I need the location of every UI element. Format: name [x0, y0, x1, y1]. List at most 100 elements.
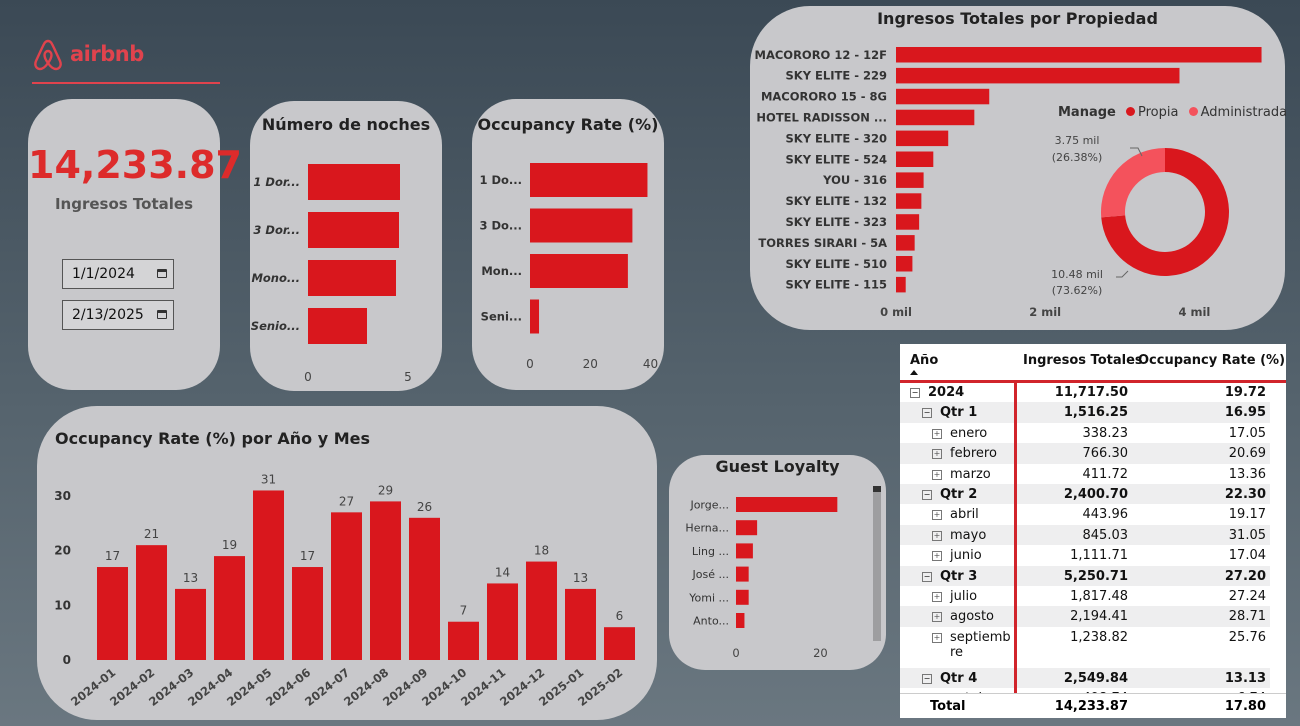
bar[interactable] — [896, 47, 1262, 63]
quarter-row[interactable]: − Qtr 3 5,250.71 27.20 — [900, 565, 1270, 586]
year-row[interactable]: −2024 11,717.50 19.72 — [900, 382, 1270, 402]
bar[interactable] — [896, 130, 949, 147]
bar[interactable] — [896, 256, 913, 272]
bar[interactable] — [97, 567, 128, 660]
month-row[interactable]: + febrero 766.30 20.69 — [900, 443, 1270, 464]
legend-label-propia[interactable]: Propia — [1138, 105, 1178, 120]
quarter-row[interactable]: − Qtr 2 2,400.70 22.30 — [900, 484, 1270, 505]
bar[interactable] — [530, 163, 648, 197]
matrix-header: Año Ingresos Totales Occupancy Rate (%) — [900, 344, 1286, 383]
start-date-picker[interactable]: 1/1/2024 — [62, 259, 174, 289]
bar[interactable] — [896, 193, 922, 209]
category-label: Ling ... — [692, 545, 729, 558]
tick-label: 4 mil — [1178, 305, 1210, 319]
month-row[interactable]: + marzo 411.72 13.36 — [900, 464, 1270, 484]
month-row[interactable]: + junio 1,111.71 17.04 — [900, 545, 1270, 565]
row-label: −2024 — [910, 385, 964, 400]
bar[interactable] — [896, 67, 1180, 84]
bar[interactable] — [409, 517, 440, 660]
expand-icon[interactable]: + — [932, 469, 942, 480]
bar[interactable] — [487, 583, 518, 660]
bar[interactable] — [175, 588, 206, 660]
month-row[interactable]: + mayo 845.03 31.05 — [900, 524, 1270, 546]
month-row[interactable]: + septiembre 1,238.82 25.76 — [900, 627, 1270, 668]
bar[interactable] — [448, 621, 479, 660]
bar[interactable] — [736, 497, 838, 512]
guest-loyalty-panel: Guest Loyalty Jorge... Herna... Ling ... Jo… — [669, 455, 886, 670]
category-label: 1 Do... — [479, 173, 522, 187]
revenue-cell: 1,238.82 — [1070, 629, 1128, 645]
bar[interactable] — [736, 566, 749, 582]
bar[interactable] — [736, 520, 758, 536]
bar[interactable] — [292, 567, 323, 660]
bar[interactable] — [370, 501, 401, 660]
row-label-text: 2024 — [928, 385, 965, 400]
occupancy-cell: 27.20 — [1224, 568, 1266, 584]
expand-icon[interactable]: + — [932, 428, 942, 439]
bar[interactable] — [308, 308, 367, 344]
occupancy-cell: 17.04 — [1228, 548, 1266, 564]
bar[interactable] — [136, 545, 167, 660]
bar[interactable] — [896, 235, 915, 251]
bar[interactable] — [331, 512, 362, 660]
bar[interactable] — [896, 88, 990, 105]
row-label-text: Qtr 2 — [940, 487, 978, 502]
collapse-icon[interactable]: − — [910, 388, 920, 398]
bar[interactable] — [526, 561, 557, 660]
collapse-icon[interactable]: − — [922, 673, 932, 684]
expand-icon[interactable]: + — [932, 592, 942, 602]
tick-label: 0 — [732, 646, 739, 660]
expand-icon[interactable]: + — [932, 510, 942, 521]
expand-icon[interactable]: + — [932, 612, 942, 623]
expand-icon[interactable]: + — [932, 551, 942, 562]
bar[interactable] — [896, 214, 920, 230]
month-row[interactable]: + abril 443.96 19.17 — [900, 504, 1270, 524]
bar[interactable] — [896, 172, 924, 188]
data-label: 31 — [261, 472, 276, 486]
bar[interactable] — [736, 589, 749, 605]
month-row[interactable]: + julio 1,817.48 27.24 — [900, 586, 1270, 606]
category-label: 3 Dor... — [253, 223, 300, 237]
collapse-icon[interactable]: − — [922, 490, 932, 500]
bar[interactable] — [530, 208, 633, 243]
quarter-row[interactable]: − Qtr 1 1,516.25 16.95 — [900, 402, 1270, 423]
category-label: Herna... — [685, 522, 729, 535]
quarter-row[interactable]: − Qtr 4 2,549.84 13.13 — [900, 667, 1270, 688]
expand-icon[interactable]: + — [932, 530, 942, 541]
tick-label: 40 — [643, 357, 658, 371]
collapse-icon[interactable]: − — [922, 571, 932, 582]
end-date-picker[interactable]: 2/13/2025 — [62, 300, 174, 330]
header-revenue[interactable]: Ingresos Totales — [1023, 353, 1143, 368]
revenue-cell: 1,111.71 — [1070, 548, 1128, 564]
sort-asc-icon[interactable] — [910, 370, 918, 375]
bar[interactable] — [308, 164, 400, 200]
bar[interactable] — [736, 613, 745, 628]
bar[interactable] — [253, 490, 284, 660]
loyalty-scrollbar[interactable] — [873, 486, 881, 641]
revenue-cell: 11,717.50 — [1054, 385, 1128, 400]
bar[interactable] — [565, 588, 596, 660]
loyalty-scrollbar-thumb[interactable] — [873, 486, 881, 492]
bar[interactable] — [530, 254, 628, 288]
month-row[interactable]: + agosto 2,194.41 28.71 — [900, 606, 1270, 627]
collapse-icon[interactable]: − — [922, 408, 932, 419]
calendar-icon[interactable] — [157, 310, 167, 319]
legend-label-administrada[interactable]: Administrada — [1201, 105, 1287, 120]
bar[interactable] — [530, 299, 540, 334]
month-row[interactable]: + enero 338.23 17.05 — [900, 423, 1270, 443]
header-year[interactable]: Año — [910, 353, 938, 368]
calendar-icon[interactable] — [157, 269, 167, 278]
bar[interactable] — [214, 556, 245, 660]
bar[interactable] — [736, 543, 753, 559]
bar[interactable] — [308, 212, 399, 248]
bar[interactable] — [308, 260, 396, 296]
bar[interactable] — [896, 109, 975, 126]
data-label: 7 — [460, 604, 468, 618]
donut-slice-administrada[interactable] — [1101, 148, 1165, 218]
bar[interactable] — [896, 276, 906, 293]
header-occupancy[interactable]: Occupancy Rate (%) — [1138, 353, 1285, 368]
expand-icon[interactable]: + — [932, 449, 942, 460]
bar[interactable] — [896, 151, 934, 168]
bar[interactable] — [604, 627, 635, 660]
expand-icon[interactable]: + — [932, 632, 942, 643]
